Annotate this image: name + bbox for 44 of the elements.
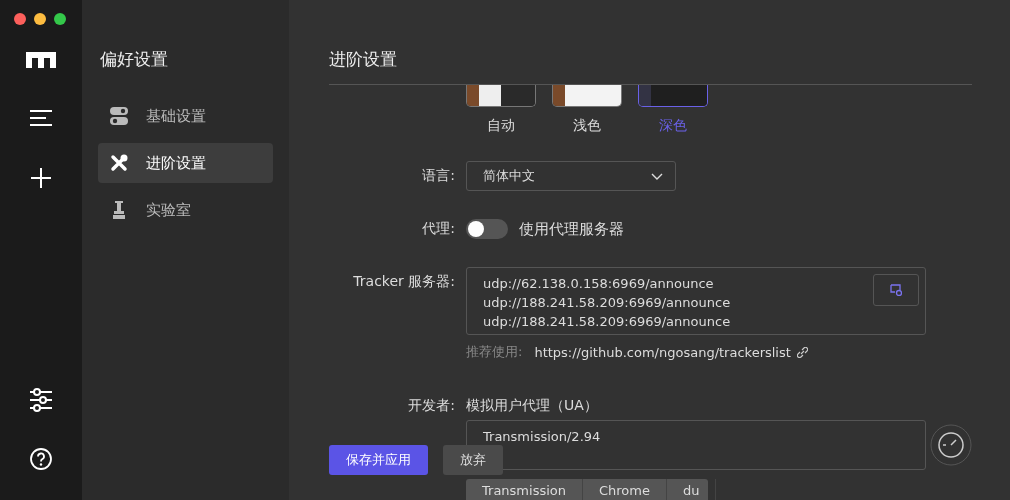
window-close-button[interactable]	[14, 13, 26, 25]
theme-thumbnail[interactable]	[638, 85, 708, 107]
window-zoom-button[interactable]	[54, 13, 66, 25]
sidebar-item[interactable]: 进阶设置	[97, 143, 273, 183]
user-agent-preset-button[interactable]: Transmission	[466, 479, 583, 500]
user-agent-preset-button[interactable]: du	[667, 479, 717, 500]
tracker-label: Tracker 服务器:	[353, 273, 455, 289]
trackerslist-link[interactable]: https://github.com/ngosang/trackerslist	[534, 344, 791, 360]
logo-icon	[25, 52, 56, 68]
proxy-label: 代理:	[422, 220, 455, 236]
sidebar-item[interactable]: 实验室	[97, 190, 273, 230]
hint-label: 推荐使用:	[466, 343, 523, 361]
add-icon[interactable]	[30, 168, 51, 188]
discard-button[interactable]: 放弃	[443, 445, 503, 475]
toggles-icon	[109, 107, 128, 125]
sidebar-item[interactable]: 基础设置	[97, 96, 273, 136]
tracker-url: udp://188.241.58.209:6969/announce	[483, 313, 731, 331]
tracker-url: udp://62.138.0.158:6969/announce	[483, 275, 715, 293]
sidebar-title: 偏好设置	[99, 48, 169, 71]
sync-button[interactable]	[873, 274, 919, 306]
language-select[interactable]: 简体中文	[466, 161, 676, 191]
sync-icon	[890, 284, 902, 296]
tracker-url: udp://188.241.58.209:6969/announce	[483, 294, 731, 312]
link-icon	[796, 346, 808, 358]
language-label: 语言:	[422, 167, 455, 183]
chevron-down-icon	[651, 172, 663, 180]
user-agent-title: 模拟用户代理（UA）	[466, 397, 599, 415]
user-agent-preset-button[interactable]: Chrome	[583, 479, 667, 500]
theme-label: 浅色	[573, 117, 601, 135]
tools-icon	[109, 154, 128, 172]
tracker-textarea[interactable]: udp://62.138.0.158:6969/announce udp://188.241.58.209:6969/announce udp://188.241.58.209:6969/announce	[466, 267, 926, 335]
window-minimize-button[interactable]	[34, 13, 46, 25]
theme-label: 自动	[487, 117, 515, 135]
theme-thumbnail[interactable]	[552, 85, 622, 107]
developer-label: 开发者:	[408, 397, 455, 413]
save-apply-button[interactable]: 保存并应用	[329, 445, 428, 475]
menu-icon[interactable]	[29, 110, 52, 126]
theme-label: 深色	[659, 117, 687, 135]
sliders-icon[interactable]	[29, 388, 52, 412]
help-icon[interactable]	[29, 448, 52, 470]
theme-thumbnail[interactable]	[466, 85, 536, 107]
proxy-switch-label: 使用代理服务器	[519, 219, 624, 239]
gauge-icon[interactable]	[930, 424, 972, 466]
proxy-switch[interactable]	[466, 219, 508, 239]
